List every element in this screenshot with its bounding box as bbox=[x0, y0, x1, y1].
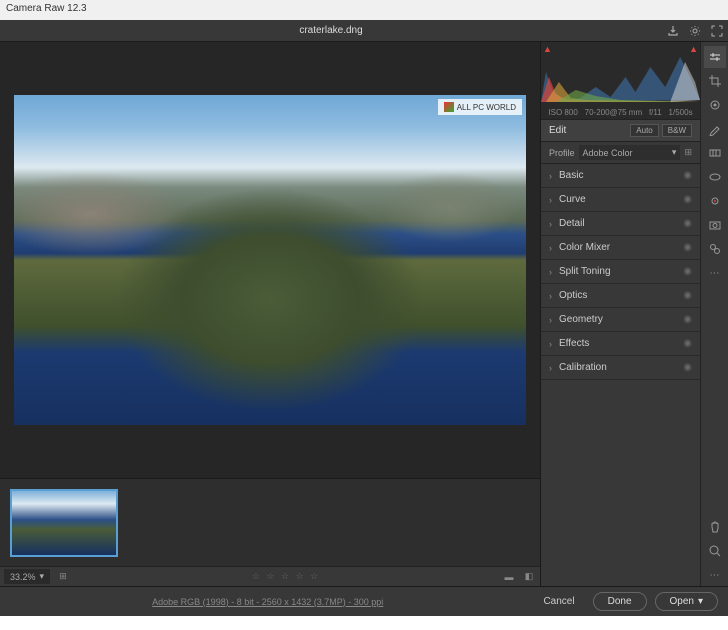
grid-icon[interactable]: ⊞ bbox=[56, 570, 70, 584]
heal-tool-icon[interactable] bbox=[704, 94, 726, 116]
profile-grid-icon[interactable]: ⊞ bbox=[684, 147, 692, 158]
gradient-tool-icon[interactable] bbox=[704, 142, 726, 164]
tool-strip: ⋯ ⋯ bbox=[700, 42, 728, 586]
chevron-right-icon: › bbox=[549, 195, 559, 205]
panel-detail[interactable]: ›Detail◉ bbox=[541, 212, 700, 236]
panel-optics[interactable]: ›Optics◉ bbox=[541, 284, 700, 308]
compare-single-icon[interactable]: ▬ bbox=[502, 570, 516, 584]
chevron-right-icon: › bbox=[549, 339, 559, 349]
eye-icon[interactable]: ◉ bbox=[683, 170, 692, 181]
rating-stars[interactable]: ☆ ☆ ☆ ☆ ☆ bbox=[252, 571, 320, 582]
main-area: ALL PC WORLD 33.2% ▾ ⊞ ☆ ☆ ☆ ☆ ☆ ▬ ◧ ▲ bbox=[0, 42, 728, 586]
histogram[interactable]: ▲ ▲ ISO 800 70-200@75 mm f/11 1/500s bbox=[541, 42, 700, 120]
eye-icon[interactable]: ◉ bbox=[683, 290, 692, 301]
profile-label: Profile bbox=[549, 148, 575, 158]
thumbnail[interactable] bbox=[10, 489, 118, 557]
more-icon[interactable]: ⋯ bbox=[704, 262, 726, 284]
edit-tool-icon[interactable] bbox=[704, 46, 726, 68]
done-button[interactable]: Done bbox=[593, 592, 647, 611]
panel-accordion: ›Basic◉ ›Curve◉ ›Detail◉ ›Color Mixer◉ ›… bbox=[541, 164, 700, 380]
shadow-clip-icon[interactable]: ▲ bbox=[543, 44, 552, 54]
panel-split-toning[interactable]: ›Split Toning◉ bbox=[541, 260, 700, 284]
exif-info: ISO 800 70-200@75 mm f/11 1/500s bbox=[541, 108, 700, 117]
highlight-clip-icon[interactable]: ▲ bbox=[689, 44, 698, 54]
chevron-right-icon: › bbox=[549, 267, 559, 277]
export-icon[interactable] bbox=[662, 20, 684, 42]
chevron-right-icon: › bbox=[549, 315, 559, 325]
exif-shutter: 1/500s bbox=[669, 108, 693, 117]
edit-header: Edit Auto B&W bbox=[541, 120, 700, 142]
chevron-right-icon: › bbox=[549, 219, 559, 229]
hand-tool-icon[interactable] bbox=[704, 516, 726, 538]
open-button[interactable]: Open▾ bbox=[655, 592, 719, 611]
chevron-right-icon: › bbox=[549, 291, 559, 301]
eye-icon[interactable]: ◉ bbox=[683, 338, 692, 349]
panel-effects[interactable]: ›Effects◉ bbox=[541, 332, 700, 356]
zoom-tool-icon[interactable] bbox=[704, 540, 726, 562]
preset-tool-icon[interactable] bbox=[704, 238, 726, 260]
watermark-icon bbox=[444, 102, 454, 112]
edit-panel: ▲ ▲ ISO 800 70-200@75 mm f/11 1/500s E bbox=[540, 42, 700, 586]
edit-heading: Edit bbox=[549, 125, 627, 136]
zoom-level: 33.2% bbox=[10, 572, 36, 582]
image-info[interactable]: Adobe RGB (1998) - 8 bit - 2560 x 1432 (… bbox=[10, 597, 525, 607]
exif-aperture: f/11 bbox=[649, 108, 662, 117]
radial-tool-icon[interactable] bbox=[704, 166, 726, 188]
panel-color-mixer[interactable]: ›Color Mixer◉ bbox=[541, 236, 700, 260]
zoom-bar: 33.2% ▾ ⊞ ☆ ☆ ☆ ☆ ☆ ▬ ◧ bbox=[0, 566, 540, 586]
canvas-column: ALL PC WORLD 33.2% ▾ ⊞ ☆ ☆ ☆ ☆ ☆ ▬ ◧ bbox=[0, 42, 540, 586]
chevron-down-icon: ▾ bbox=[698, 596, 703, 607]
options-icon[interactable]: ⋯ bbox=[704, 564, 726, 586]
panel-calibration[interactable]: ›Calibration◉ bbox=[541, 356, 700, 380]
bw-button[interactable]: B&W bbox=[662, 124, 692, 137]
watermark: ALL PC WORLD bbox=[438, 99, 522, 115]
zoom-select[interactable]: 33.2% ▾ bbox=[4, 569, 50, 584]
eye-icon[interactable]: ◉ bbox=[683, 266, 692, 277]
profile-value: Adobe Color bbox=[583, 148, 633, 158]
profile-row: Profile Adobe Color ▾ ⊞ bbox=[541, 142, 700, 164]
filename: craterlake.dng bbox=[0, 25, 662, 36]
exif-iso: ISO 800 bbox=[548, 108, 577, 117]
chevron-down-icon: ▾ bbox=[40, 571, 45, 582]
filmstrip bbox=[0, 478, 540, 566]
auto-button[interactable]: Auto bbox=[630, 124, 658, 137]
panel-geometry[interactable]: ›Geometry◉ bbox=[541, 308, 700, 332]
snapshot-tool-icon[interactable] bbox=[704, 214, 726, 236]
profile-select[interactable]: Adobe Color ▾ bbox=[579, 145, 681, 160]
eye-icon[interactable]: ◉ bbox=[683, 218, 692, 229]
eye-icon[interactable]: ◉ bbox=[683, 314, 692, 325]
chevron-right-icon: › bbox=[549, 171, 559, 181]
app-title: Camera Raw 12.3 bbox=[6, 3, 87, 14]
chevron-right-icon: › bbox=[549, 243, 559, 253]
canvas-area[interactable]: ALL PC WORLD bbox=[0, 42, 540, 478]
panel-curve[interactable]: ›Curve◉ bbox=[541, 188, 700, 212]
panel-basic[interactable]: ›Basic◉ bbox=[541, 164, 700, 188]
exif-lens: 70-200@75 mm bbox=[585, 108, 642, 117]
fullscreen-icon[interactable] bbox=[706, 20, 728, 42]
gear-icon[interactable] bbox=[684, 20, 706, 42]
eye-icon[interactable]: ◉ bbox=[683, 242, 692, 253]
brush-tool-icon[interactable] bbox=[704, 118, 726, 140]
chevron-down-icon: ▾ bbox=[672, 147, 677, 158]
eye-icon[interactable]: ◉ bbox=[683, 194, 692, 205]
top-bar: craterlake.dng bbox=[0, 20, 728, 42]
watermark-text: ALL PC WORLD bbox=[457, 103, 516, 112]
footer: Adobe RGB (1998) - 8 bit - 2560 x 1432 (… bbox=[0, 586, 728, 616]
cancel-button[interactable]: Cancel bbox=[533, 593, 584, 610]
window-titlebar: Camera Raw 12.3 bbox=[0, 0, 728, 20]
eye-icon[interactable]: ◉ bbox=[683, 362, 692, 373]
crop-tool-icon[interactable] bbox=[704, 70, 726, 92]
histogram-graph bbox=[541, 42, 700, 102]
compare-split-icon[interactable]: ◧ bbox=[522, 570, 536, 584]
image-preview: ALL PC WORLD bbox=[14, 95, 526, 425]
chevron-right-icon: › bbox=[549, 363, 559, 373]
redeye-tool-icon[interactable] bbox=[704, 190, 726, 212]
camera-raw-app: Camera Raw 12.3 craterlake.dng ALL PC WO… bbox=[0, 0, 728, 616]
